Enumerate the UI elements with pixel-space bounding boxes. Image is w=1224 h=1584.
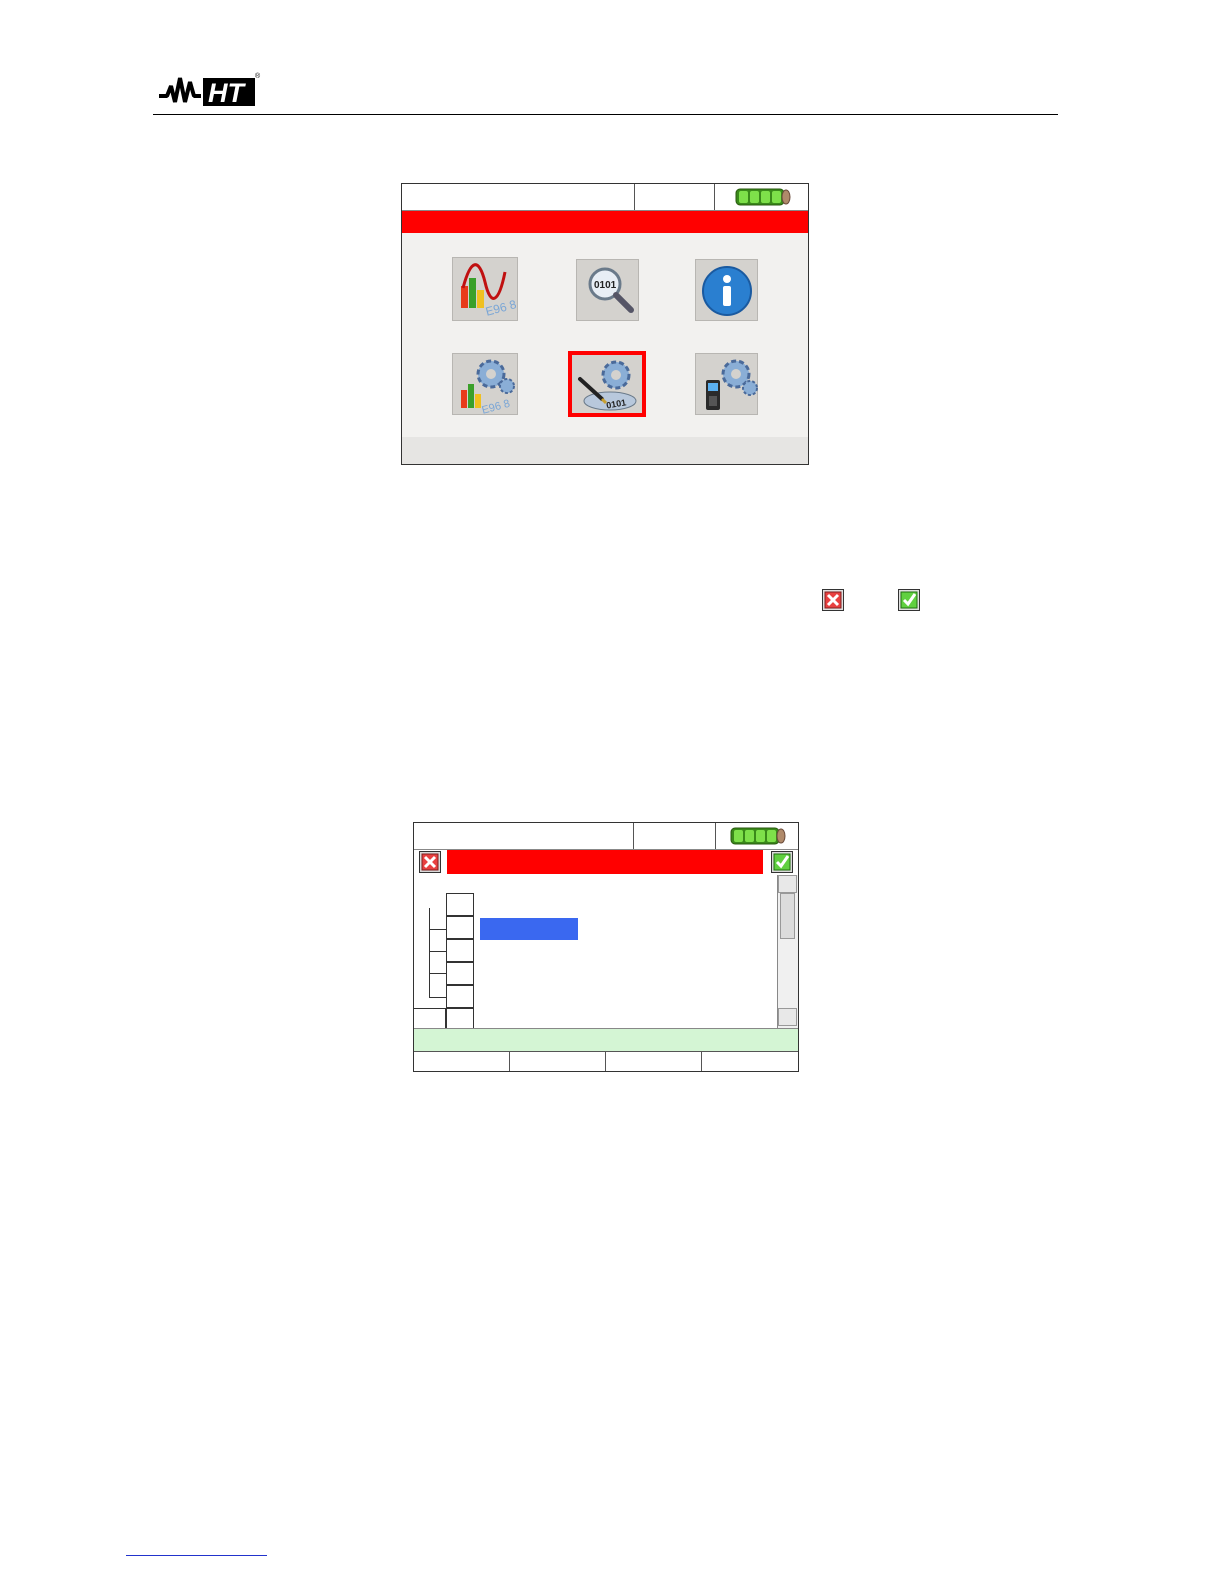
real-time-values-icon[interactable]: E96 8	[452, 257, 518, 321]
menu-footer-bar	[402, 437, 808, 464]
scrollbar[interactable]	[777, 875, 798, 1028]
scroll-up-button[interactable]	[778, 875, 797, 893]
confirm-button[interactable]	[771, 851, 793, 873]
list-item[interactable]	[446, 985, 474, 1008]
main-menu-screen: E96 8 0101 E96 8 0101	[401, 183, 809, 465]
recall-data-icon[interactable]: 0101	[576, 259, 639, 321]
footer-link-underline[interactable]	[126, 1555, 267, 1556]
status-bar-2	[414, 823, 798, 850]
function-key-bar	[414, 1051, 798, 1071]
status-date	[402, 184, 635, 210]
fkey-3[interactable]	[606, 1051, 702, 1071]
status-bar	[402, 184, 808, 211]
general-settings-icon[interactable]	[695, 353, 758, 415]
svg-text:®: ®	[255, 72, 261, 80]
tree-branch	[429, 952, 446, 974]
list-item[interactable]	[446, 962, 474, 985]
confirm-icon	[898, 589, 920, 616]
settings-screen	[413, 822, 799, 1072]
svg-text:E96 8: E96 8	[484, 297, 518, 319]
selected-item[interactable]	[480, 918, 578, 940]
list-item[interactable]	[414, 1008, 446, 1029]
scroll-thumb[interactable]	[780, 893, 795, 939]
tree-branch	[429, 908, 446, 930]
info-icon[interactable]	[695, 259, 758, 321]
fkey-2[interactable]	[510, 1051, 606, 1071]
cancel-button[interactable]	[419, 851, 441, 873]
svg-text:HT: HT	[208, 78, 246, 108]
status-mode	[635, 184, 715, 210]
status-message-bar	[414, 1028, 798, 1051]
cancel-icon	[822, 589, 844, 616]
header-rule	[153, 114, 1058, 115]
recording-settings-icon[interactable]: 0101	[568, 351, 646, 417]
fkey-4[interactable]	[702, 1051, 798, 1071]
battery-icon	[735, 187, 791, 212]
settings-title-bar	[447, 850, 763, 874]
scroll-down-button[interactable]	[778, 1008, 797, 1026]
list-item[interactable]	[446, 1008, 474, 1029]
list-item[interactable]	[446, 939, 474, 962]
status-date-2	[414, 823, 634, 849]
list-item[interactable]	[446, 893, 474, 916]
battery-icon-2	[730, 826, 786, 851]
fkey-1[interactable]	[414, 1051, 510, 1071]
svg-text:0101: 0101	[594, 280, 617, 291]
svg-text:E96 8: E96 8	[480, 398, 511, 416]
list-item[interactable]	[446, 916, 474, 939]
ht-logo: HT ®	[157, 68, 261, 108]
status-mode-2	[634, 823, 716, 849]
tree-branch	[429, 930, 446, 952]
menu-title-bar	[402, 211, 808, 233]
tree-branch	[429, 974, 446, 998]
analyzer-settings-icon[interactable]: E96 8	[452, 353, 518, 416]
